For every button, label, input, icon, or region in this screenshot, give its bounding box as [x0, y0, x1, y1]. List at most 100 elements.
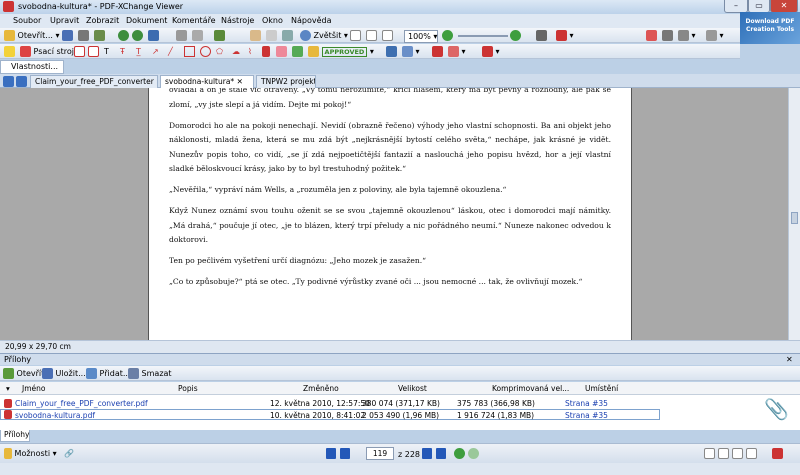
zoom-slider[interactable]: [458, 35, 508, 37]
table-row[interactable]: Claim_your_free_PDF_converter.pdf 12. kv…: [0, 398, 660, 409]
menu-okno[interactable]: Okno: [262, 16, 283, 25]
options-button[interactable]: Možnosti ▾: [4, 448, 57, 459]
mark-button[interactable]: ▾: [556, 30, 574, 41]
continuous-facing-icon[interactable]: [746, 448, 757, 459]
stamp-button[interactable]: APPROVED ▾: [308, 46, 374, 58]
forward-button[interactable]: [132, 30, 143, 41]
col-compressed[interactable]: Komprimovaná vel...: [492, 384, 569, 393]
download-pdf-logo[interactable]: Download PDF Creation Tools: [740, 12, 800, 44]
zoom-in-button[interactable]: [510, 30, 521, 41]
panel-close-icon[interactable]: ✕: [786, 354, 793, 365]
print-button[interactable]: [78, 30, 89, 41]
binoculars-button[interactable]: [536, 30, 547, 41]
last-page-button[interactable]: [436, 448, 446, 459]
distance-button[interactable]: [432, 46, 443, 57]
attachment-open-button[interactable]: Otevřít: [3, 368, 44, 379]
cloud-button[interactable]: ☁: [232, 46, 240, 57]
next-page-button[interactable]: [422, 448, 432, 459]
zoom-select[interactable]: 100% ▾: [404, 30, 438, 43]
col-location[interactable]: Umístění: [585, 384, 618, 393]
polyline-button[interactable]: ⌇: [248, 46, 252, 57]
menu-napoveda[interactable]: Nápověda: [291, 16, 332, 25]
menu-upravit[interactable]: Upravit: [50, 16, 79, 25]
col-modified[interactable]: Změněno: [303, 384, 339, 393]
zoom-out-button[interactable]: [442, 30, 453, 41]
copy-button[interactable]: [192, 30, 203, 41]
typewriter-button[interactable]: Psací stroj: [20, 46, 74, 57]
back-button[interactable]: [118, 30, 129, 41]
snapshot-button[interactable]: [282, 30, 293, 41]
attachments-tab[interactable]: Přílohy: [0, 430, 30, 442]
vertical-scrollbar[interactable]: [788, 88, 800, 340]
callout-button[interactable]: [88, 46, 99, 57]
line-weight-button[interactable]: ▾: [482, 46, 500, 57]
col-description[interactable]: Popis: [178, 384, 198, 393]
measure-button[interactable]: [386, 46, 397, 57]
arrow-line-button[interactable]: ↗: [152, 46, 159, 57]
line-button[interactable]: ╱: [168, 46, 173, 57]
ink-button[interactable]: [292, 46, 303, 57]
menu-soubor[interactable]: Soubor: [13, 16, 41, 25]
binoculars-icon: [536, 30, 547, 41]
arrow-select-button[interactable]: ▾: [706, 30, 724, 41]
first-page-button[interactable]: [326, 448, 336, 459]
fit-page-button[interactable]: [350, 30, 361, 41]
tab-tnpw2[interactable]: TNPW2 projekt ✕: [256, 75, 316, 88]
attachment-save-button[interactable]: Uložit...: [42, 368, 86, 379]
pen-button[interactable]: [662, 30, 673, 41]
attachment-delete-button[interactable]: Smazat: [128, 368, 172, 379]
back-view-icon[interactable]: [454, 448, 465, 459]
undo-button[interactable]: [148, 30, 159, 41]
menu-zobrazit[interactable]: Zobrazit: [86, 16, 119, 25]
grid-icon[interactable]: [3, 76, 14, 87]
rectangle-button[interactable]: [184, 46, 195, 57]
pdf-icon[interactable]: [772, 448, 783, 459]
perimeter-button[interactable]: ▾: [448, 46, 466, 57]
tab-svobodna[interactable]: svobodna-kultura* ✕: [160, 75, 254, 88]
page-number-input[interactable]: 119: [366, 447, 394, 460]
cut-button[interactable]: [176, 30, 187, 41]
camera-icon: [282, 30, 293, 41]
save-button[interactable]: [62, 30, 73, 41]
highlight-button[interactable]: T: [104, 46, 109, 57]
pencil-button[interactable]: [262, 46, 270, 57]
hand-tool-button[interactable]: [250, 30, 261, 41]
attachment-location[interactable]: Strana #35: [565, 410, 608, 421]
fit-width-button[interactable]: [366, 30, 377, 41]
strikeout-button[interactable]: Ŧ: [120, 46, 125, 57]
attachment-location[interactable]: Strana #35: [565, 398, 608, 409]
menu-nastroje[interactable]: Nástroje: [221, 16, 254, 25]
properties-tab[interactable]: Vlastnosti...: [0, 60, 64, 74]
attachment-add-button[interactable]: Přidat...: [86, 368, 131, 379]
rotate-button[interactable]: [214, 30, 225, 41]
menu-dokument[interactable]: Dokument: [126, 16, 167, 25]
tab-menu-icon[interactable]: [16, 76, 27, 87]
eraser-button[interactable]: [276, 46, 287, 57]
tools-button[interactable]: [646, 30, 657, 41]
oval-button[interactable]: [200, 46, 211, 57]
tab-claim[interactable]: Claim_your_free_PDF_converter ✕: [30, 75, 158, 88]
textbox-button[interactable]: [74, 46, 85, 57]
zoom-tool-button[interactable]: Zvětšit ▾: [300, 30, 348, 41]
open-button[interactable]: Otevřít... ▾: [4, 30, 59, 41]
attach-icon[interactable]: 🔗: [64, 448, 74, 459]
select-text-button[interactable]: [266, 30, 277, 41]
table-row[interactable]: svobodna-kultura.pdf 10. května 2010, 8:…: [0, 409, 660, 420]
document-view[interactable]: ovládal a on je stále víc otrávený. „Vy …: [0, 88, 788, 340]
area-button[interactable]: ▾: [402, 46, 420, 57]
scrollbar-thumb[interactable]: [791, 212, 798, 224]
polygon-button[interactable]: ⬠: [216, 46, 223, 57]
facing-icon[interactable]: [732, 448, 743, 459]
settings-button[interactable]: ▾: [678, 30, 696, 41]
actual-size-button[interactable]: [382, 30, 393, 41]
forward-view-icon[interactable]: [468, 448, 479, 459]
sticky-note-button[interactable]: [4, 46, 15, 57]
continuous-icon[interactable]: [718, 448, 729, 459]
underline-button[interactable]: T̲: [136, 46, 141, 57]
menu-komentare[interactable]: Komentáře: [172, 16, 216, 25]
email-button[interactable]: [94, 30, 105, 41]
previous-page-button[interactable]: [340, 448, 350, 459]
col-size[interactable]: Velikost: [398, 384, 427, 393]
col-name[interactable]: Jméno: [22, 384, 45, 393]
single-page-icon[interactable]: [704, 448, 715, 459]
